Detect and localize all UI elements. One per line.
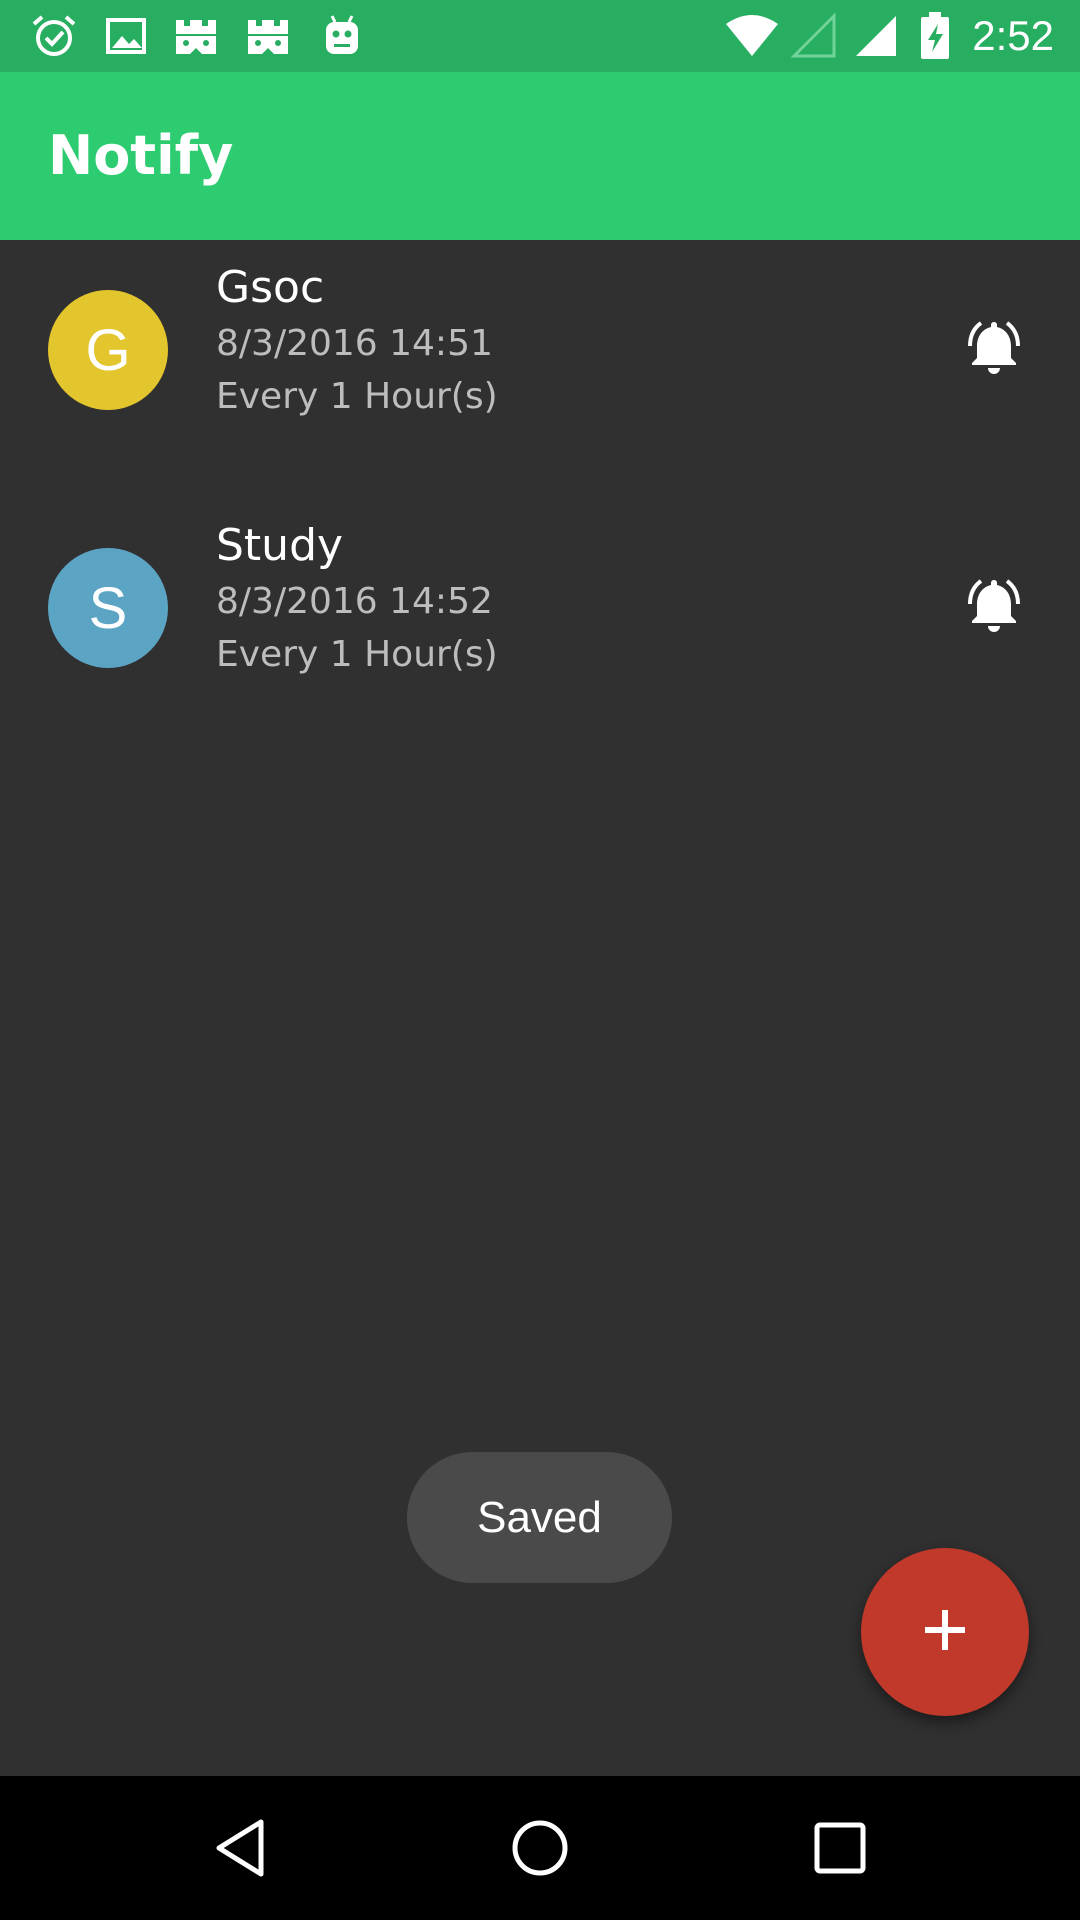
game-icon: [172, 12, 220, 60]
screen: 2:52 Notify G Gsoc 8/3/2016 14:51 Every …: [0, 0, 1080, 1920]
plus-icon: [921, 1606, 969, 1658]
status-bar: 2:52: [0, 0, 1080, 72]
app-bar: Notify: [0, 72, 1080, 240]
navigation-bar: [0, 1776, 1080, 1920]
home-icon[interactable]: [504, 1812, 576, 1884]
bell-ringing-icon[interactable]: [958, 312, 1030, 384]
battery-charging-icon: [918, 12, 952, 60]
add-reminder-button[interactable]: [861, 1548, 1029, 1716]
list-item[interactable]: G Gsoc 8/3/2016 14:51 Every 1 Hour(s): [0, 240, 1080, 498]
avatar: S: [48, 548, 168, 668]
game-icon: [244, 12, 292, 60]
alarm-check-icon: [30, 12, 78, 60]
reminder-datetime: 8/3/2016 14:51: [216, 323, 493, 364]
android-icon: [318, 12, 366, 60]
list-item[interactable]: S Study 8/3/2016 14:52 Every 1 Hour(s): [0, 498, 1080, 756]
reminder-repeat: Every 1 Hour(s): [216, 634, 498, 675]
reminder-title: Gsoc: [216, 262, 325, 313]
wifi-icon: [724, 12, 780, 60]
back-icon[interactable]: [205, 1812, 277, 1884]
signal-full-icon: [852, 12, 900, 60]
status-time: 2:52: [972, 12, 1054, 59]
reminder-datetime: 8/3/2016 14:52: [216, 581, 493, 622]
toast-message: Saved: [407, 1452, 672, 1583]
avatar: G: [48, 290, 168, 410]
page-title: Notify: [48, 124, 234, 187]
recents-icon[interactable]: [804, 1812, 876, 1884]
image-icon: [102, 12, 150, 60]
reminder-title: Study: [216, 520, 344, 571]
signal-empty-icon: [790, 12, 838, 60]
reminder-repeat: Every 1 Hour(s): [216, 376, 498, 417]
bell-ringing-icon[interactable]: [958, 570, 1030, 642]
